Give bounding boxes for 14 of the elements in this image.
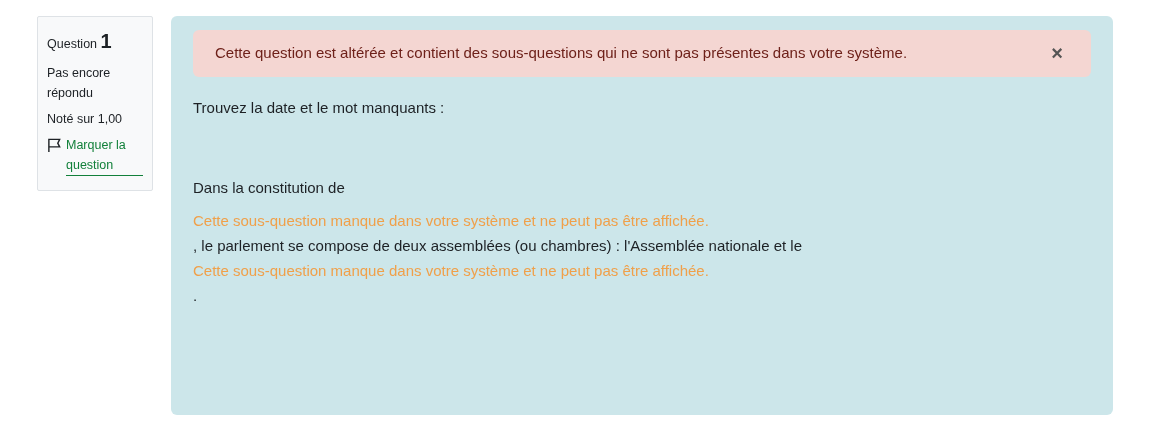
missing-subquestion-notice: Cette sous-question manque dans votre système et ne peut pas être affichée. <box>193 211 710 231</box>
alert-message: Cette question est altérée et contient des sous-questions qui ne sont pas présentes dans votre système. <box>215 43 908 63</box>
flag-icon <box>47 138 62 153</box>
question-label: Question <box>47 37 98 51</box>
grade-text: Noté sur 1,00 <box>47 111 124 128</box>
close-button[interactable]: × <box>1045 43 1069 64</box>
question-text: . <box>193 286 199 306</box>
flag-question-link[interactable]: Marquer la question <box>66 135 143 176</box>
question-number: 1 <box>100 30 112 52</box>
question-text: , le parlement se compose de deux assemblées (ou chambres) : l'Assemblée nationale et le <box>193 236 804 256</box>
question-prompt: Trouvez la date et le mot manquants : <box>193 97 446 118</box>
status-text: Pas encore répondu <box>47 65 112 102</box>
question-text: Dans la constitution de <box>193 178 346 198</box>
missing-subquestion-notice: Cette sous-question manque dans votre système et ne peut pas être affichée. <box>193 261 710 281</box>
